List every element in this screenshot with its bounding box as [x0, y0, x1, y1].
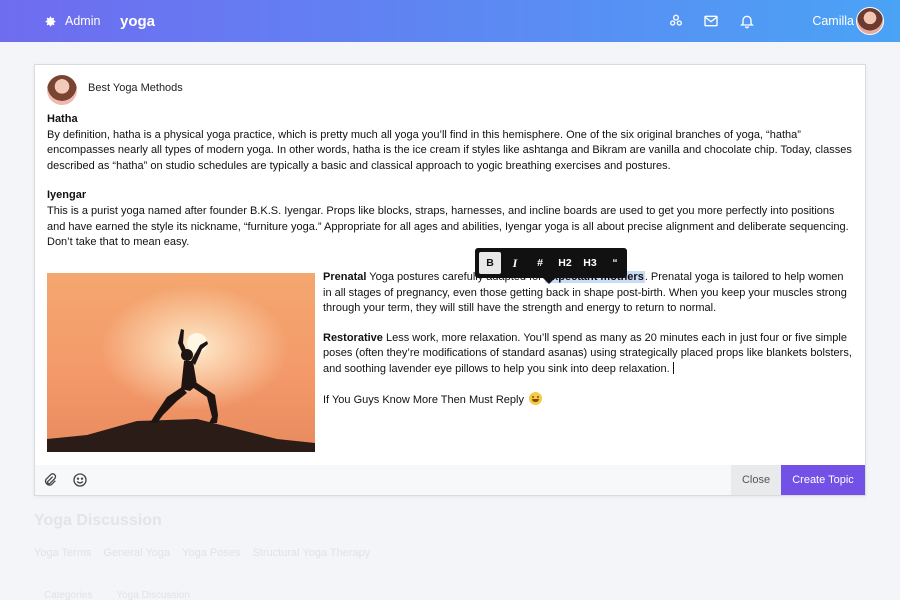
user-name[interactable]: Camilla: [812, 0, 854, 42]
mail-icon[interactable]: [703, 13, 719, 29]
breadcrumb-yoga-discussion[interactable]: Yoga Discussion: [116, 590, 190, 600]
closing-text: If You Guys Know More Then Must Reply: [323, 393, 524, 406]
tab-yoga-terms[interactable]: Yoga Terms: [34, 547, 91, 559]
create-topic-button[interactable]: Create Topic: [781, 465, 865, 495]
section-body: By definition, hatha is a physical yoga …: [47, 128, 852, 172]
editor-content-right[interactable]: Prenatal Yoga postures carefully adapted…: [323, 270, 855, 408]
settings-gear-icon: [45, 16, 56, 26]
section-heading: Iyengar: [47, 189, 87, 202]
section-heading: Hatha: [47, 113, 78, 125]
section-hatha: Hatha By definition, hatha is a physical…: [47, 112, 855, 174]
section-heading: Restorative: [323, 331, 383, 344]
top-navbar: Admin yoga Camilla: [0, 0, 900, 42]
users-icon[interactable]: [668, 13, 684, 29]
emoji-smile-icon[interactable]: [72, 472, 88, 488]
create-topic-modal: Best Yoga Methods Hatha By definition, h…: [34, 64, 866, 496]
section-body: Less work, more relaxation. You’ll spend…: [323, 331, 852, 375]
paperclip-icon[interactable]: [42, 472, 58, 488]
breadcrumb-categories[interactable]: Categories: [44, 590, 92, 600]
bell-icon[interactable]: [739, 13, 755, 29]
grinning-emoji-icon: [529, 391, 543, 405]
text-cursor: [672, 361, 674, 374]
section-restorative: Restorative Less work, more relaxation. …: [323, 331, 855, 378]
h2-button[interactable]: H2: [554, 252, 576, 274]
section-iyengar: Iyengar This is a purist yoga named afte…: [47, 188, 855, 250]
close-button[interactable]: Close: [731, 465, 781, 495]
tab-structural-yoga-therapy[interactable]: Structural Yoga Therapy: [252, 547, 370, 559]
bold-button[interactable]: B: [479, 252, 501, 274]
brand-logo-text[interactable]: yoga: [120, 0, 155, 42]
breadcrumb: Categories Yoga Discussion: [44, 590, 190, 600]
tab-yoga-poses[interactable]: Yoga Poses: [182, 547, 240, 559]
section-title: Yoga Discussion: [34, 512, 162, 529]
topic-title[interactable]: Best Yoga Methods: [88, 82, 183, 94]
heading-hash-button[interactable]: #: [529, 252, 551, 274]
formatting-toolbar: B I # H2 H3 “: [475, 248, 627, 284]
section-body: This is a purist yoga named after founde…: [47, 204, 849, 249]
closing-line: If You Guys Know More Then Must Reply: [323, 391, 855, 409]
yoga-sunset-image[interactable]: [47, 273, 315, 452]
editor-content[interactable]: Hatha By definition, hatha is a physical…: [47, 112, 855, 265]
h3-button[interactable]: H3: [579, 252, 601, 274]
admin-label: Admin: [65, 14, 101, 28]
user-avatar[interactable]: [856, 7, 884, 35]
author-avatar: [47, 75, 77, 105]
section-heading: Prenatal: [323, 271, 367, 283]
yoga-pose-illustration: [47, 273, 315, 452]
quote-button[interactable]: “: [604, 252, 626, 274]
modal-footer: Close Create Topic: [35, 465, 865, 495]
admin-menu[interactable]: Admin: [44, 0, 100, 42]
category-tabs: Yoga Terms General Yoga Yoga Poses Struc…: [34, 547, 370, 559]
tab-general-yoga[interactable]: General Yoga: [103, 547, 170, 559]
italic-button[interactable]: I: [504, 252, 526, 274]
background-page: Yoga Discussion Yoga Terms General Yoga …: [34, 512, 370, 600]
